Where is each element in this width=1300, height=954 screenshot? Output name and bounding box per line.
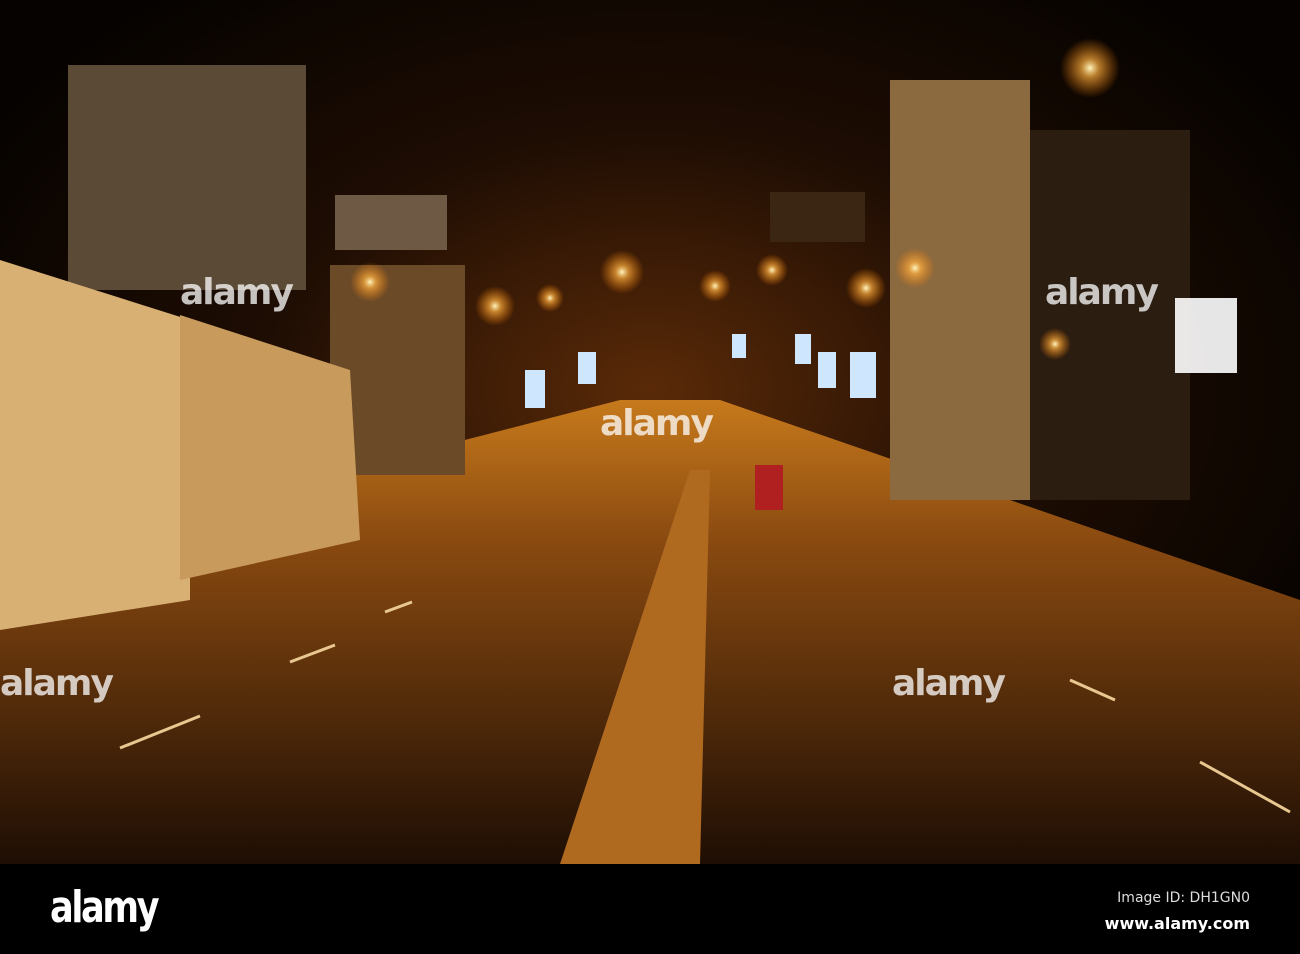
watermark: alamy — [180, 272, 294, 313]
person — [755, 465, 783, 510]
watermark: alamy — [1045, 272, 1159, 313]
alamy-logo: alamy — [50, 882, 160, 933]
watermark: alamy — [600, 403, 714, 444]
watermark: alamy — [892, 663, 1006, 704]
bus — [0, 260, 190, 630]
site-url: www.alamy.com — [1104, 914, 1250, 933]
watermark: alamy — [0, 663, 114, 704]
billboard — [68, 65, 306, 290]
image-id: Image ID: DH1GN0 — [1117, 890, 1250, 906]
footer-bar: alamy Image ID: DH1GN0 www.alamy.com — [0, 864, 1300, 954]
building-right — [890, 80, 1030, 500]
